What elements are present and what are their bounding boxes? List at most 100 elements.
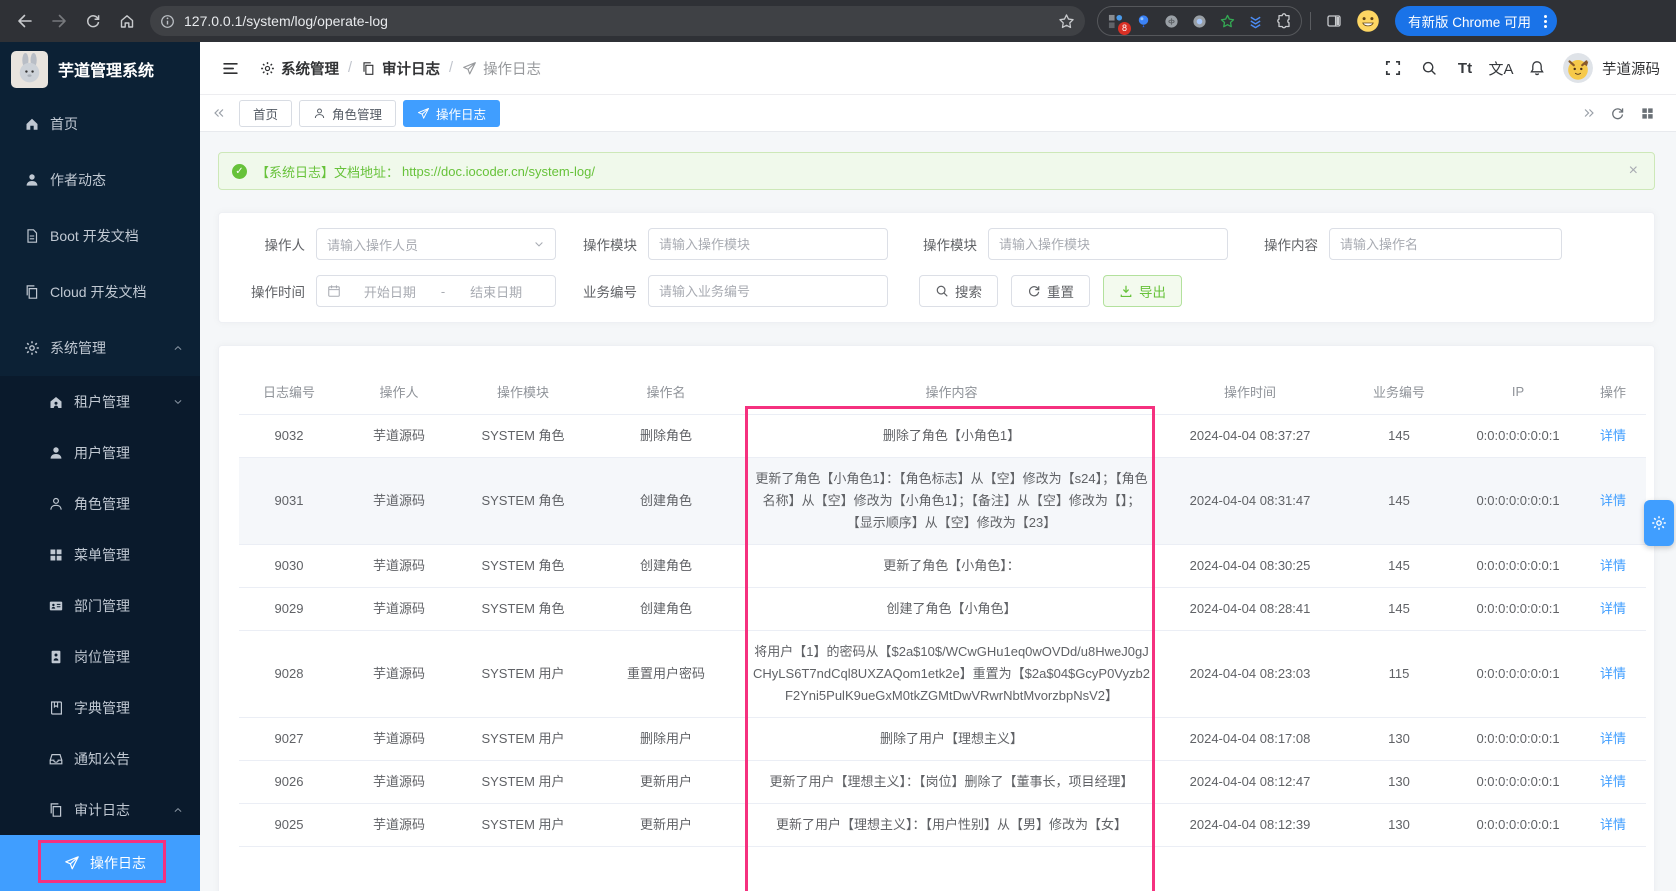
tenant-icon bbox=[48, 394, 64, 410]
detail-link[interactable]: 详情 bbox=[1600, 666, 1626, 681]
forward-icon[interactable] bbox=[44, 6, 74, 36]
breadcrumb-item-2[interactable]: 审计日志 bbox=[361, 58, 440, 79]
cell-operator: 芋道源码 bbox=[339, 457, 459, 544]
tabs-scroll-right-icon[interactable] bbox=[1576, 101, 1602, 125]
detail-link[interactable]: 详情 bbox=[1600, 817, 1626, 832]
sidebar-item-tenant-manage[interactable]: 租户管理 bbox=[0, 376, 200, 427]
sidebar-item-home[interactable]: 首页 bbox=[0, 96, 200, 152]
refresh-page-icon[interactable] bbox=[1602, 101, 1632, 125]
sidebar-item-post-manage[interactable]: 岗位管理 bbox=[0, 631, 200, 682]
sidebar-item-audit-log[interactable]: 审计日志 bbox=[0, 784, 200, 835]
column-header-name: 操作名 bbox=[587, 370, 745, 414]
cell-action: 详情 bbox=[1580, 457, 1646, 544]
collapse-menu-icon[interactable] bbox=[212, 50, 248, 86]
search-icon[interactable] bbox=[1411, 50, 1447, 86]
module-input[interactable] bbox=[659, 237, 877, 252]
download-icon bbox=[1119, 284, 1133, 298]
reset-button[interactable]: 重置 bbox=[1011, 275, 1090, 307]
cell-name: 更新用户 bbox=[587, 760, 745, 803]
detail-link[interactable]: 详情 bbox=[1600, 731, 1626, 746]
search-button[interactable]: 搜索 bbox=[919, 275, 998, 307]
tab-label: 首页 bbox=[253, 104, 278, 123]
reset-button-label: 重置 bbox=[1047, 281, 1074, 301]
sidebar-item-label: 首页 bbox=[50, 114, 78, 134]
filter-time: 操作时间 开始日期 - 结束日期 bbox=[247, 275, 579, 307]
cell-time: 2024-04-04 08:30:25 bbox=[1158, 544, 1342, 587]
breadcrumb-separator: / bbox=[449, 60, 453, 76]
extension-dot-icon[interactable] bbox=[1191, 13, 1208, 30]
breadcrumb-item-3[interactable]: 操作日志 bbox=[462, 58, 541, 79]
operator-select[interactable]: 请输入操作人员 bbox=[316, 228, 556, 260]
sidebar-item-role-manage[interactable]: 角色管理 bbox=[0, 478, 200, 529]
tab-role-manage[interactable]: 角色管理 bbox=[299, 100, 396, 127]
site-info-icon[interactable] bbox=[160, 14, 175, 29]
sidebar-item-user-manage[interactable]: 用户管理 bbox=[0, 427, 200, 478]
sidebar-item-system-manage[interactable]: 系统管理 bbox=[0, 320, 200, 376]
puzzle-extensions-icon[interactable] bbox=[1275, 13, 1292, 30]
chrome-update-button[interactable]: 有新版 Chrome 可用 bbox=[1395, 6, 1557, 36]
extension-balloon-icon[interactable] bbox=[1135, 13, 1152, 30]
detail-link[interactable]: 详情 bbox=[1600, 774, 1626, 789]
cell-module: SYSTEM 用户 bbox=[459, 717, 587, 760]
export-button[interactable]: 导出 bbox=[1103, 275, 1182, 307]
locale-icon[interactable]: 文A bbox=[1483, 50, 1519, 86]
sidebar-item-cloud-doc[interactable]: Cloud 开发文档 bbox=[0, 264, 200, 320]
dict-icon bbox=[48, 700, 64, 716]
detail-link[interactable]: 详情 bbox=[1600, 493, 1626, 508]
operator-label: 操作人 bbox=[247, 234, 305, 254]
cell-action: 详情 bbox=[1580, 630, 1646, 717]
cell-biz-no: 145 bbox=[1342, 587, 1456, 630]
detail-link[interactable]: 详情 bbox=[1600, 601, 1626, 616]
date-range-picker[interactable]: 开始日期 - 结束日期 bbox=[316, 275, 556, 307]
detail-link[interactable]: 详情 bbox=[1600, 558, 1626, 573]
browser-home-icon[interactable] bbox=[112, 6, 142, 36]
sidebar-item-boot-doc[interactable]: Boot 开发文档 bbox=[0, 208, 200, 264]
alert-close-icon[interactable]: × bbox=[1629, 163, 1638, 179]
fullscreen-icon[interactable] bbox=[1375, 50, 1411, 86]
url-bar[interactable]: 127.0.0.1/system/log/operate-log bbox=[150, 6, 1085, 36]
sidebar-item-menu-manage[interactable]: 菜单管理 bbox=[0, 529, 200, 580]
column-header-log-id: 日志编号 bbox=[239, 370, 339, 414]
doc-alert: ✓ 【系统日志】文档地址： https://doc.iocoder.cn/sys… bbox=[218, 152, 1655, 190]
app-logo-row[interactable]: 芋道管理系统 bbox=[0, 42, 200, 96]
filter-content: 操作内容 bbox=[1260, 228, 1634, 260]
layout-grid-icon[interactable] bbox=[1632, 101, 1662, 125]
sidebar-item-author-news[interactable]: 作者动态 bbox=[0, 152, 200, 208]
biz-no-input[interactable] bbox=[659, 284, 877, 299]
detail-link[interactable]: 详情 bbox=[1600, 428, 1626, 443]
back-icon[interactable] bbox=[10, 6, 40, 36]
font-size-icon[interactable]: Tt bbox=[1447, 50, 1483, 86]
sidebar-item-dict-manage[interactable]: 字典管理 bbox=[0, 682, 200, 733]
table-row: 9026芋道源码SYSTEM 用户更新用户更新了用户【理想主义】：【岗位】删除了… bbox=[239, 760, 1646, 803]
extension-star-icon[interactable] bbox=[1219, 13, 1236, 30]
sidebar-item-dept-manage[interactable]: 部门管理 bbox=[0, 580, 200, 631]
bookmark-star-icon[interactable] bbox=[1058, 13, 1075, 30]
content-input[interactable] bbox=[1340, 237, 1551, 252]
breadcrumb-label: 系统管理 bbox=[281, 58, 339, 79]
cell-ip: 0:0:0:0:0:0:0:1 bbox=[1456, 544, 1580, 587]
module-2-input[interactable] bbox=[999, 237, 1217, 252]
cell-log-id: 9032 bbox=[239, 414, 339, 457]
extension-grid-icon[interactable]: 8 bbox=[1107, 13, 1124, 30]
username-label[interactable]: 芋道源码 bbox=[1602, 58, 1660, 79]
tab-operate-log[interactable]: 操作日志 bbox=[403, 100, 500, 127]
doc-link[interactable]: https://doc.iocoder.cn/system-log/ bbox=[402, 164, 595, 179]
breadcrumb-item-1[interactable]: 系统管理 bbox=[260, 58, 339, 79]
reload-icon[interactable] bbox=[78, 6, 108, 36]
cell-content: 更新了角色【小角色】： bbox=[745, 544, 1158, 587]
bell-icon[interactable] bbox=[1519, 50, 1555, 86]
tab-home[interactable]: 首页 bbox=[239, 100, 292, 127]
sidebar-item-notice-manage[interactable]: 通知公告 bbox=[0, 733, 200, 784]
tabs-scroll-left-icon[interactable] bbox=[206, 101, 232, 125]
side-panel-icon[interactable] bbox=[1319, 6, 1349, 36]
extension-brain-icon[interactable] bbox=[1163, 13, 1180, 30]
table-row: 9025芋道源码SYSTEM 用户更新用户更新了用户【理想主义】：【用户性别】从… bbox=[239, 803, 1646, 846]
user-avatar[interactable] bbox=[1563, 53, 1593, 83]
profile-avatar[interactable] bbox=[1353, 6, 1383, 36]
kebab-menu-icon[interactable] bbox=[1538, 15, 1553, 28]
extension-chevrons-icon[interactable] bbox=[1247, 13, 1264, 30]
chevron-up-icon bbox=[172, 342, 184, 354]
theme-settings-button[interactable] bbox=[1644, 500, 1674, 546]
sidebar-item-operate-log[interactable]: 操作日志 bbox=[0, 835, 200, 891]
search-icon bbox=[935, 284, 949, 298]
